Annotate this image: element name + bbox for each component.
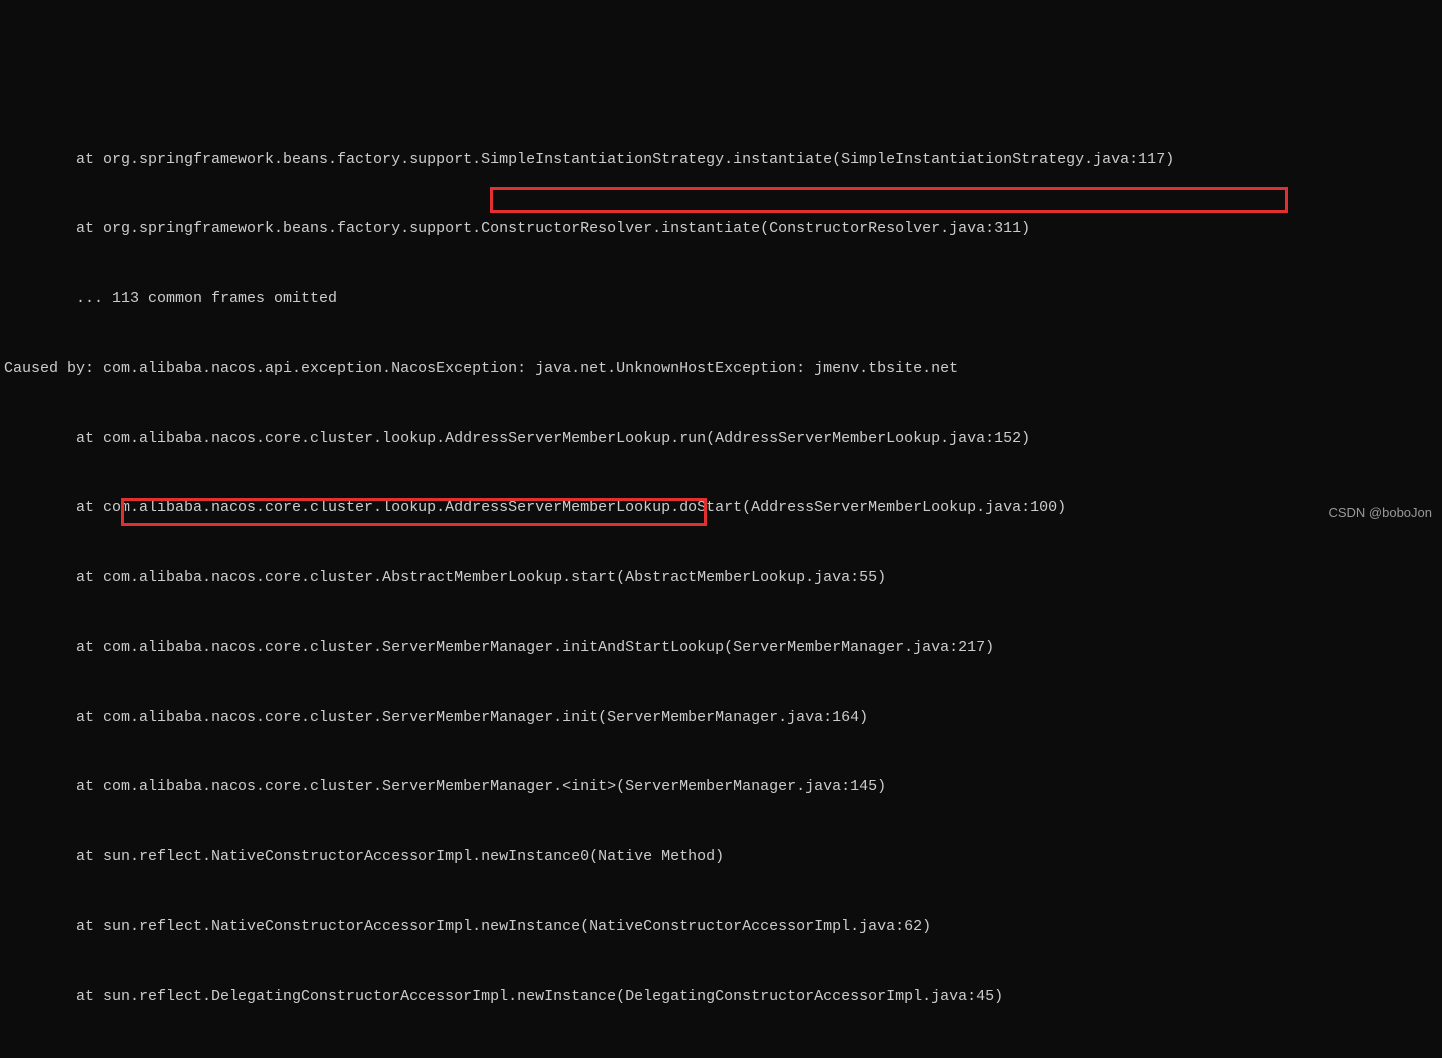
stack-trace-line: at java.lang.reflect.Constructor.newInst…	[4, 1054, 1438, 1058]
stack-trace-line: at sun.reflect.NativeConstructorAccessor…	[4, 845, 1438, 868]
stack-trace-line: at sun.reflect.NativeConstructorAccessor…	[4, 915, 1438, 938]
stack-trace-line: at sun.reflect.DelegatingConstructorAcce…	[4, 985, 1438, 1008]
stack-trace-line: at org.springframework.beans.factory.sup…	[4, 148, 1438, 171]
stack-trace-line: at org.springframework.beans.factory.sup…	[4, 217, 1438, 240]
stack-trace-line: at com.alibaba.nacos.core.cluster.Abstra…	[4, 566, 1438, 589]
stack-trace-line: at com.alibaba.nacos.core.cluster.lookup…	[4, 496, 1438, 519]
stack-trace-line: ... 113 common frames omitted	[4, 287, 1438, 310]
terminal-output[interactable]: at org.springframework.beans.factory.sup…	[0, 93, 1442, 1058]
stack-trace-line: at com.alibaba.nacos.core.cluster.Server…	[4, 706, 1438, 729]
watermark-text: CSDN @boboJon	[1328, 503, 1432, 523]
stack-trace-line: at com.alibaba.nacos.core.cluster.lookup…	[4, 427, 1438, 450]
caused-by-line: Caused by: com.alibaba.nacos.api.excepti…	[4, 357, 1438, 380]
annotation-box-1	[490, 187, 1288, 213]
stack-trace-line: at com.alibaba.nacos.core.cluster.Server…	[4, 636, 1438, 659]
stack-trace-line: at com.alibaba.nacos.core.cluster.Server…	[4, 775, 1438, 798]
